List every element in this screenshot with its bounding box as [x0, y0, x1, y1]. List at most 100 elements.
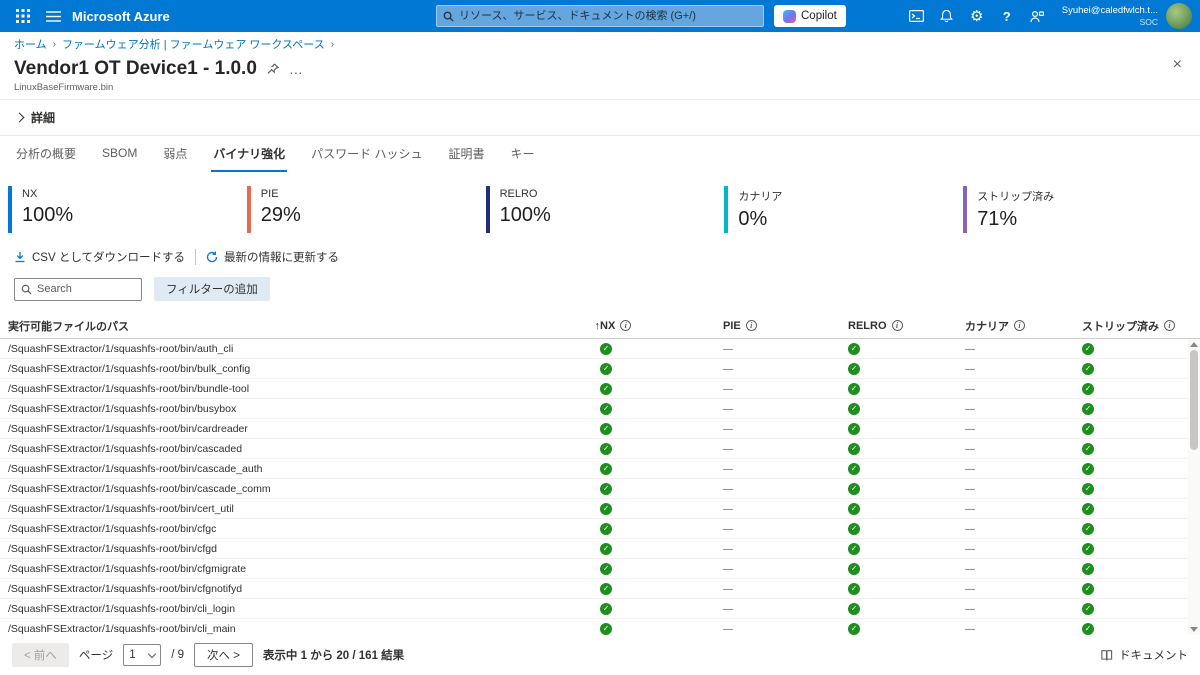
column-canary[interactable]: カナリア i [965, 318, 1082, 334]
download-csv-button[interactable]: CSV としてダウンロードする [14, 249, 185, 265]
next-page-button[interactable]: 次へ > [194, 643, 253, 667]
info-icon[interactable]: i [745, 320, 757, 331]
refresh-button[interactable]: 最新の情報に更新する [206, 249, 339, 265]
copilot-button[interactable]: Copilot [774, 5, 846, 27]
column-executable-path[interactable]: 実行可能ファイルのパス [8, 318, 576, 334]
metric-card: カナリア 0% [724, 186, 953, 233]
pass-check-icon: ✓ [1082, 623, 1094, 635]
not-applicable-dash-icon: — [723, 483, 733, 495]
not-applicable-dash-icon: — [723, 623, 733, 635]
pass-check-icon: ✓ [1082, 523, 1094, 535]
table-row[interactable]: /SquashFSExtractor/1/squashfs-root/bin/c… [0, 499, 1200, 519]
scrollbar-thumb[interactable] [1190, 350, 1198, 450]
tab-certificates[interactable]: 証明書 [446, 136, 486, 172]
pass-check-icon: ✓ [848, 363, 860, 375]
not-applicable-dash-icon: — [723, 563, 733, 575]
page-number-select[interactable]: 1 [123, 644, 162, 666]
table-row[interactable]: /SquashFSExtractor/1/squashfs-root/bin/c… [0, 559, 1200, 579]
table-row[interactable]: /SquashFSExtractor/1/squashfs-root/bin/c… [0, 539, 1200, 559]
hamburger-menu-icon[interactable] [38, 0, 68, 32]
column-label: PIE [723, 319, 741, 332]
pass-check-icon: ✓ [1082, 383, 1094, 395]
column-stripped[interactable]: ストリップ済み i [1082, 318, 1186, 334]
azure-brand[interactable]: Microsoft Azure [72, 9, 170, 24]
pass-check-icon: ✓ [600, 523, 612, 535]
help-icon[interactable]: ? [992, 0, 1022, 32]
info-icon[interactable]: i [1164, 320, 1175, 331]
column-nx[interactable]: NX i [600, 320, 723, 332]
pass-check-icon: ✓ [600, 443, 612, 455]
tab-password-hashes[interactable]: パスワード ハッシュ [309, 136, 424, 172]
breadcrumb-workspace[interactable]: ファームウェア分析 | ファームウェア ワークスペース [62, 36, 325, 52]
info-icon[interactable]: i [1014, 320, 1025, 331]
info-icon[interactable]: i [891, 320, 903, 331]
details-expander[interactable]: 詳細 [0, 100, 1200, 135]
tab-binary-hardening[interactable]: バイナリ強化 [211, 136, 288, 172]
documentation-link[interactable]: ドキュメント [1100, 647, 1188, 663]
table-row[interactable]: /SquashFSExtractor/1/squashfs-root/bin/c… [0, 519, 1200, 539]
global-search-input[interactable] [459, 10, 757, 22]
pin-icon[interactable] [267, 63, 279, 75]
results-summary: 表示中 1 から 20 / 161 結果 [262, 650, 405, 662]
pass-check-icon: ✓ [848, 603, 860, 615]
metric-label: RELRO [499, 188, 538, 200]
more-options-icon[interactable]: … [289, 61, 304, 77]
vertical-scrollbar[interactable] [1188, 339, 1200, 635]
tab-sbom[interactable]: SBOM [100, 136, 139, 172]
sort-ascending-icon[interactable]: ↑ [576, 320, 601, 332]
notifications-bell-icon[interactable] [932, 0, 962, 32]
table-search-box[interactable] [14, 277, 142, 301]
pass-check-icon: ✓ [600, 403, 612, 415]
settings-gear-icon[interactable]: ⚙ [962, 0, 992, 32]
not-applicable-dash-icon: — [965, 503, 975, 515]
not-applicable-dash-icon: — [965, 343, 975, 355]
column-label: カナリア [965, 320, 1009, 333]
table-row[interactable]: /SquashFSExtractor/1/squashfs-root/bin/c… [0, 419, 1200, 439]
table-row[interactable]: /SquashFSExtractor/1/squashfs-root/bin/b… [0, 379, 1200, 399]
table-row[interactable]: /SquashFSExtractor/1/squashfs-root/bin/c… [0, 599, 1200, 619]
table-row[interactable]: /SquashFSExtractor/1/squashfs-root/bin/b… [0, 399, 1200, 419]
scroll-up-icon[interactable] [1190, 342, 1198, 347]
account-menu[interactable]: Syuhei@caledfwlch.t... SOC [1062, 5, 1158, 27]
file-path: /SquashFSExtractor/1/squashfs-root/bin/c… [8, 542, 217, 555]
download-icon [14, 251, 26, 263]
filter-row: フィルターの追加 [0, 275, 1200, 313]
book-icon [1100, 649, 1113, 662]
breadcrumb-separator-icon: › [330, 38, 335, 50]
close-icon[interactable]: × [1173, 56, 1182, 74]
not-applicable-dash-icon: — [723, 603, 733, 615]
table-row[interactable]: /SquashFSExtractor/1/squashfs-root/bin/c… [0, 479, 1200, 499]
file-path: /SquashFSExtractor/1/squashfs-root/bin/c… [8, 422, 248, 435]
tab-keys[interactable]: キー [509, 136, 537, 172]
table-search-input[interactable] [37, 283, 135, 295]
table-row[interactable]: /SquashFSExtractor/1/squashfs-root/bin/c… [0, 619, 1200, 635]
metric-card: ストリップ済み 71% [963, 186, 1192, 233]
add-filter-button[interactable]: フィルターの追加 [154, 277, 270, 301]
table-row[interactable]: /SquashFSExtractor/1/squashfs-root/bin/c… [0, 579, 1200, 599]
table-row[interactable]: /SquashFSExtractor/1/squashfs-root/bin/c… [0, 439, 1200, 459]
page-header: Vendor1 OT Device1 - 1.0.0 … LinuxBaseFi… [0, 56, 1200, 99]
tab-weaknesses[interactable]: 弱点 [161, 136, 189, 172]
metric-card: PIE 29% [246, 186, 476, 233]
pass-check-icon: ✓ [1082, 403, 1094, 415]
user-avatar[interactable] [1166, 3, 1192, 29]
column-pie[interactable]: PIE i [723, 320, 848, 332]
global-search[interactable] [436, 5, 764, 27]
scroll-down-icon[interactable] [1190, 627, 1198, 632]
table-row[interactable]: /SquashFSExtractor/1/squashfs-root/bin/b… [0, 359, 1200, 379]
table-row[interactable]: /SquashFSExtractor/1/squashfs-root/bin/a… [0, 339, 1200, 359]
column-relro[interactable]: RELRO i [848, 320, 965, 332]
file-path: /SquashFSExtractor/1/squashfs-root/bin/c… [8, 482, 271, 495]
copilot-icon [783, 9, 796, 23]
previous-page-button[interactable]: < 前へ [12, 643, 69, 667]
cloud-shell-icon[interactable] [902, 0, 932, 32]
feedback-icon[interactable] [1022, 0, 1052, 32]
table-row[interactable]: /SquashFSExtractor/1/squashfs-root/bin/c… [0, 459, 1200, 479]
waffle-menu-icon[interactable] [8, 0, 38, 32]
breadcrumb-home[interactable]: ホーム [14, 36, 47, 52]
not-applicable-dash-icon: — [965, 523, 975, 535]
info-icon[interactable]: i [620, 320, 632, 331]
pass-check-icon: ✓ [848, 543, 860, 555]
tab-analysis-overview[interactable]: 分析の概要 [14, 136, 78, 172]
refresh-icon [206, 251, 218, 263]
